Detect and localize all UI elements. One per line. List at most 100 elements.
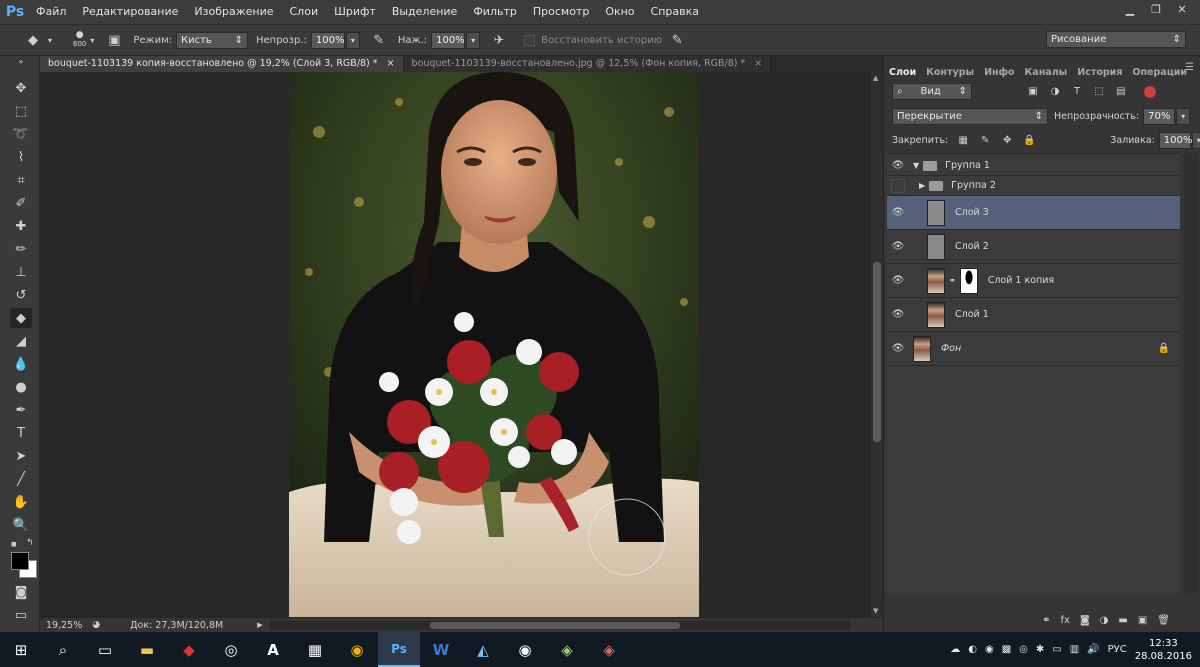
eyedropper-tool-icon[interactable]: ✐ [10,193,32,213]
battery-icon[interactable]: ▭ [1052,644,1061,655]
quick-select-tool-icon[interactable]: ⌇ [10,147,32,167]
word-icon[interactable]: W [420,632,462,667]
layer-row-background[interactable]: 👁 Фон 🔒 [887,332,1180,366]
tab-layers[interactable]: Слои [884,65,921,81]
document-tab[interactable]: bouquet-1103139-восстановлено.jpg @ 12,5… [403,56,772,72]
vertical-scroll-thumb[interactable] [873,262,881,442]
task-view-icon[interactable]: ▭ [84,632,126,667]
tray-app-icon[interactable]: ▩ [1002,644,1011,655]
photo-canvas[interactable] [289,72,699,617]
media-app-icon[interactable]: ◆ [168,632,210,667]
tab-actions[interactable]: Операции [1127,65,1192,81]
mode-select[interactable]: Кисть ⇕ [175,31,248,49]
close-tab-icon[interactable]: × [387,58,395,69]
blend-mode-select[interactable]: Перекрытие ⇕ [892,108,1048,125]
menu-image[interactable]: Изображение [186,0,281,24]
vertical-scrollbar[interactable]: ▲ ▼ [869,72,883,617]
layer-row-layer-1[interactable]: 👁 Слой 1 [887,298,1180,332]
quick-mask-icon[interactable]: ◙ [10,582,32,602]
airbrush-icon[interactable]: ✈ [488,29,510,51]
history-brush-tool-icon[interactable]: ↺ [10,285,32,305]
close-icon[interactable]: ✕ [1172,2,1192,18]
tab-info[interactable]: Инфо [979,65,1019,81]
camera-app-icon[interactable]: ◉ [504,632,546,667]
bluetooth-icon[interactable]: ✱ [1036,644,1044,655]
tray-app-icon[interactable]: ◐ [968,644,977,655]
healing-brush-tool-icon[interactable]: ✚ [10,216,32,236]
layer-row-layer-3[interactable]: 👁 Слой 3 [887,196,1180,230]
opacity-input[interactable]: 100% [310,31,345,49]
group-expanded-chevron-icon[interactable]: ▼ [913,161,919,170]
panel-menu-icon[interactable]: ☰ [1185,62,1194,73]
panel-collapse-icon[interactable]: » [10,57,32,66]
fill-input[interactable]: 100% [1158,132,1192,149]
foreground-color-swatch[interactable] [11,552,29,570]
move-tool-icon[interactable]: ✥ [10,78,32,98]
tablet-pressure-size-icon[interactable]: ✎ [666,29,688,51]
filter-type-icon[interactable]: T [1070,85,1084,99]
tray-app-icon[interactable]: ◉ [985,644,994,655]
canvas-area[interactable] [40,72,869,617]
input-language[interactable]: РУС [1108,644,1127,655]
menu-layers[interactable]: Слои [282,0,327,24]
eraser-tool-icon[interactable]: ◆ [22,29,44,51]
layer-style-icon[interactable]: fx [1061,615,1070,626]
search-icon[interactable]: ⌕ [42,632,84,667]
zoom-level[interactable]: 19,25% [46,620,82,631]
restore-history-checkbox[interactable] [524,34,536,46]
horizontal-scrollbar[interactable] [270,621,850,630]
marquee-tool-icon[interactable]: ⬚ [10,101,32,121]
menu-file[interactable]: Файл [28,0,74,24]
hand-tool-icon[interactable]: ✋ [10,492,32,512]
type-tool-icon[interactable]: T [10,423,32,443]
new-layer-icon[interactable]: ▣ [1138,615,1147,626]
lock-all-icon[interactable]: 🔒 [1022,134,1036,148]
menu-help[interactable]: Справка [643,0,707,24]
status-menu-arrow-icon[interactable]: ▶ [257,621,262,629]
brush-tool-icon[interactable]: ✏ [10,239,32,259]
dodge-tool-icon[interactable]: ● [10,377,32,397]
text-app-icon[interactable]: A [252,632,294,667]
document-tab-active[interactable]: bouquet-1103139 копия-восстановлено @ 19… [40,56,404,72]
calculator-icon[interactable]: ▦ [294,632,336,667]
pressure-input[interactable]: 100% [431,31,466,49]
layer-mask-thumbnail[interactable] [959,267,978,294]
layer-row-layer-2[interactable]: 👁 Слой 2 [887,230,1180,264]
filter-shape-icon[interactable]: ⬚ [1092,85,1106,99]
visibility-eye-icon[interactable]: 👁 [887,275,909,286]
tab-history[interactable]: История [1072,65,1127,81]
clock[interactable]: 12:33 28.08.2016 [1135,637,1192,663]
menu-view[interactable]: Просмотр [525,0,597,24]
visibility-hidden-box[interactable] [891,178,905,193]
start-windows-icon[interactable]: ⊞ [0,632,42,667]
opacity-dropdown-icon[interactable]: ▾ [345,31,360,49]
brush-size-picker[interactable]: ● 600 [73,31,86,49]
close-tab-icon[interactable]: × [754,58,762,69]
tool-preset-arrow-icon[interactable]: ▾ [45,32,55,49]
menu-type[interactable]: Шрифт [326,0,384,24]
tablet-pressure-opacity-icon[interactable]: ✎ [368,29,390,51]
screen-mode-icon[interactable]: ▭ [10,605,32,625]
layer-opacity-dropdown-icon[interactable]: ▾ [1176,108,1191,125]
visibility-eye-icon[interactable]: 👁 [887,241,909,252]
mask-link-icon[interactable]: ⚭ [949,276,956,285]
lock-image-icon[interactable]: ✎ [978,134,992,148]
new-group-icon[interactable]: ▬ [1118,615,1127,626]
tab-channels[interactable]: Каналы [1020,65,1073,81]
layers-scrollbar[interactable] [1184,153,1198,593]
menu-window[interactable]: Окно [597,0,642,24]
volume-icon[interactable]: 🔊 [1087,644,1099,655]
line-tool-icon[interactable]: ╱ [10,469,32,489]
file-explorer-icon[interactable]: ▬ [126,632,168,667]
visibility-eye-icon[interactable]: 👁 [887,309,909,320]
filter-smart-object-icon[interactable]: ▤ [1114,85,1128,99]
menu-filter[interactable]: Фильтр [465,0,525,24]
cloud-icon[interactable]: ☁ [950,644,960,655]
photoshop-taskbar-icon[interactable]: Ps [378,632,420,667]
fill-dropdown-icon[interactable]: ▾ [1191,132,1200,149]
scroll-down-icon[interactable]: ▼ [873,607,878,615]
restore-icon[interactable]: ❐ [1146,2,1166,18]
swap-colors-icon[interactable]: ↰ [26,538,34,548]
lock-transparent-icon[interactable]: ▦ [956,134,970,148]
eraser-tool-icon[interactable]: ◆ [10,308,32,328]
